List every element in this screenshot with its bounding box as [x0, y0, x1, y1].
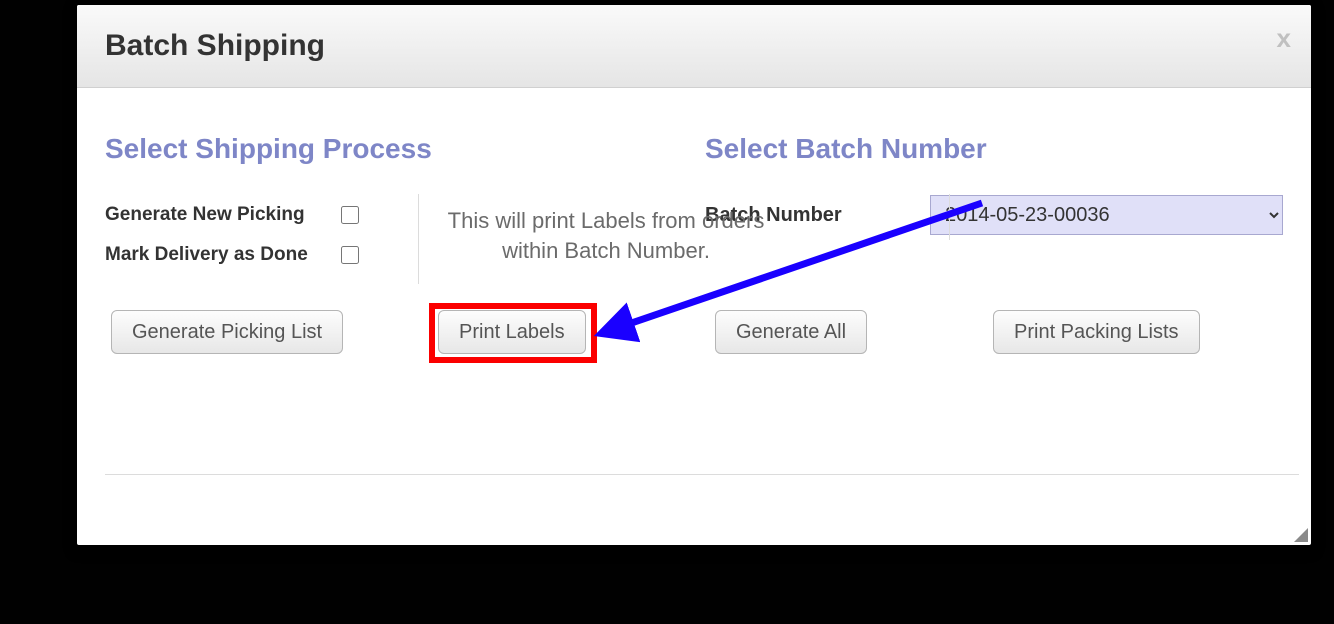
checkbox-generate-new-picking[interactable]	[341, 206, 359, 224]
generate-picking-list-button[interactable]: Generate Picking List	[111, 310, 343, 354]
modal-header: Batch Shipping x	[77, 5, 1311, 88]
section-title-batch-number: Select Batch Number	[705, 133, 1283, 165]
resize-handle-icon[interactable]	[1293, 527, 1309, 543]
batch-number-row: Batch Number 2014-05-23-00036	[705, 195, 1283, 235]
batch-number-select[interactable]: 2014-05-23-00036	[930, 195, 1283, 235]
close-icon[interactable]: x	[1277, 23, 1291, 54]
action-button-row: Generate Picking List Print Labels Gener…	[105, 310, 1283, 360]
modal-body: Select Shipping Process Generate New Pic…	[77, 88, 1311, 503]
modal-title: Batch Shipping	[105, 29, 325, 63]
print-labels-hint: This will print Labels from orders withi…	[436, 206, 776, 265]
divider-vertical-right	[949, 194, 950, 240]
generate-all-button[interactable]: Generate All	[715, 310, 867, 354]
print-packing-lists-button[interactable]: Print Packing Lists	[993, 310, 1200, 354]
batch-shipping-modal: Batch Shipping x Select Shipping Process…	[77, 5, 1311, 545]
divider-horizontal	[105, 474, 1299, 475]
checkbox-mark-delivery-done[interactable]	[341, 246, 359, 264]
section-title-shipping-process: Select Shipping Process	[105, 133, 665, 165]
option-label-mark-delivery-done: Mark Delivery as Done	[105, 244, 337, 266]
option-label-generate-new-picking: Generate New Picking	[105, 204, 337, 226]
print-labels-button[interactable]: Print Labels	[438, 310, 586, 354]
divider-vertical-left	[418, 194, 419, 284]
